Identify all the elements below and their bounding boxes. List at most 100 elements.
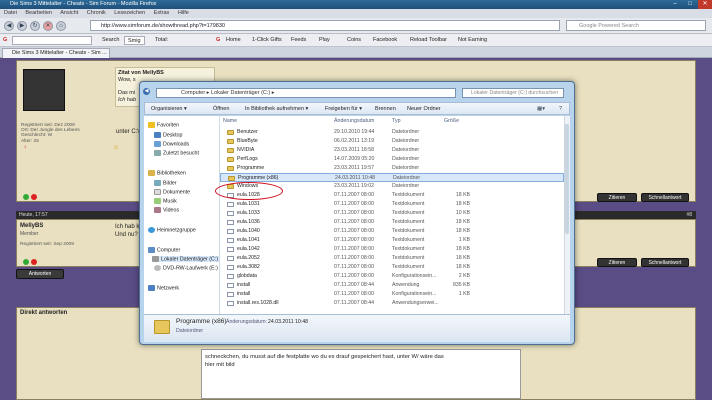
nav-local-disk[interactable]: Lokaler Datenträger (C:) [152,256,219,263]
toolbar-coins[interactable]: Coins [347,34,361,47]
toolbar-facebook[interactable]: Facebook [373,34,397,47]
nav-dvd[interactable]: DVD-RW-Laufwerk (E:) [154,265,218,271]
back-icon[interactable]: ◀ [4,21,14,31]
file-row[interactable]: Benutzer 29.10.2010 19:44 Dateiordner [220,128,564,137]
file-type: Dateiordner [392,129,420,135]
nav-downloads[interactable]: Downloads [154,141,189,147]
toolbar-reload[interactable]: Reload Toolbar [410,34,447,47]
forward-icon[interactable]: ▶ [17,21,27,31]
toolbar-feeds[interactable]: Feeds [291,34,306,47]
post-number[interactable]: #8 [686,211,692,219]
stop-icon[interactable]: ✕ [43,21,53,31]
column-size[interactable]: Größe [444,118,459,124]
nav-documents[interactable]: Dokumente [154,189,190,195]
document-icon [227,210,234,216]
nav-recent[interactable]: Zuletzt besucht [154,150,199,156]
quick-reply-button[interactable]: Schnellantwort [641,193,689,202]
menu-tools[interactable]: Extras [154,10,170,16]
maximize-icon[interactable]: □ [683,0,697,9]
browser-search-input[interactable]: Google Powered Search [566,20,706,31]
star-icon [148,122,155,128]
quote-button[interactable]: Zitieren [597,258,637,267]
toolbar-gifts[interactable]: 1-Click Gifts [252,34,282,47]
file-row[interactable]: Programme 23.03.2011 19:57 Dateiordner [220,164,564,173]
file-type: Konfigurationsein... [392,273,437,279]
toolbar-search-button[interactable]: Search [102,34,119,47]
help-icon[interactable]: ? [559,103,562,115]
g-logo-icon[interactable]: G [3,34,7,47]
file-row[interactable]: eula.1031 07.11.2007 08:00 Textdokument 18 … [220,200,564,209]
file-name: eula.1036 [237,219,260,225]
smiley-button[interactable]: Smig [124,36,145,45]
file-row[interactable]: eula.1042 07.11.2007 08:00 Textdokument 18 … [220,245,564,254]
column-date[interactable]: Änderungsdatum [334,118,374,124]
nav-pictures[interactable]: Bilder [154,180,177,186]
menu-view[interactable]: Ansicht [60,10,78,16]
toolbar-home[interactable]: Home [226,34,241,47]
menu-file[interactable]: Datei [4,10,17,16]
file-row[interactable]: install.res.1028.dll 07.11.2007 08:44 Anwe… [220,299,564,308]
quote-button[interactable]: Zitieren [597,193,637,202]
file-row[interactable]: eula.3082 07.11.2007 08:00 Textdokument 18 … [220,263,564,272]
reload-icon[interactable]: ↻ [30,21,40,31]
menu-edit[interactable]: Bearbeiten [25,10,52,16]
file-row[interactable]: install 07.11.2007 08:00 Konfigurationsein… [220,290,564,299]
minimize-icon[interactable]: – [668,0,682,9]
file-row[interactable]: eula.2052 07.11.2007 08:00 Textdokument 18 … [220,254,564,263]
explorer-search-input[interactable]: Lokaler Datenträger (C:) durchsuchen [462,88,564,98]
report-icon[interactable] [31,259,37,265]
file-row[interactable]: Programme (x86) 24.03.2011 10:48 Dateiordn… [220,173,564,182]
file-row[interactable]: BlueByte 06.02.2011 13:19 Dateiordner [220,137,564,146]
share-with-button[interactable]: Freigeben für ▾ [325,103,362,115]
file-row[interactable]: eula.1041 07.11.2007 08:00 Textdokument 1 K… [220,236,564,245]
menu-bookmarks[interactable]: Lesezeichen [114,10,145,16]
file-type: Anwendung [392,282,420,288]
breadcrumb[interactable]: Computer ▸ Lokaler Datenträger (C:) ▸ [181,90,275,96]
scrollbar-thumb[interactable] [565,124,569,234]
organize-button[interactable]: Organisieren ▾ [151,103,187,115]
file-row[interactable]: eula.1033 07.11.2007 08:00 Textdokument 10 … [220,209,564,218]
file-row[interactable]: globdata 07.11.2007 08:00 Konfigurationsei… [220,272,564,281]
explorer-address-bar[interactable]: Computer ▸ Lokaler Datenträger (C:) ▸ [156,88,456,98]
home-icon[interactable]: ⌂ [56,21,66,31]
nav-network[interactable]: Netzwerk [148,285,179,291]
add-to-library-button[interactable]: In Bibliothek aufnehmen ▾ [245,103,308,115]
nav-videos[interactable]: Videos [154,207,179,213]
file-row[interactable]: eula.1036 07.11.2007 08:00 Textdokument 18 … [220,218,564,227]
file-date: 23.03.2011 19:02 [334,183,374,189]
file-row[interactable]: install 07.11.2007 08:44 Anwendung 835 KB [220,281,564,290]
new-folder-button[interactable]: Neuer Ordner [407,103,441,115]
column-name[interactable]: Name [223,118,237,124]
tab-simforum[interactable]: Die Sims 3 Mittelalter - Cheats - Sim ..… [2,48,110,58]
post-username[interactable]: MellyBS [20,223,43,229]
details-pane: Programme (x86) Änderungsdatum: 24.03.20… [144,314,570,342]
view-options-icon[interactable]: ▦▾ [537,103,545,115]
nav-computer[interactable]: Computer [148,247,180,253]
menu-history[interactable]: Chronik [87,10,106,16]
report-icon[interactable] [31,194,37,200]
file-type: Textdokument [392,192,425,198]
toolbar-play[interactable]: Play [319,34,330,47]
open-button[interactable]: Öffnen [213,103,229,115]
reply-button[interactable]: Antworten [16,269,64,279]
toolbar-search-input[interactable] [12,36,92,45]
nav-homegroup[interactable]: Heimnetzgruppe [148,227,196,233]
menu-help[interactable]: Hilfe [178,10,189,16]
file-row[interactable]: NVIDIA 23.03.2011 18:58 Dateiordner [220,146,564,155]
close-icon[interactable]: ✕ [698,0,712,9]
column-type[interactable]: Typ [392,118,401,124]
quick-reply-button[interactable]: Schnellantwort [641,258,689,267]
nav-favorites[interactable]: Favoriten [148,122,179,128]
file-row[interactable]: eula.1040 07.11.2007 08:00 Textdokument 18 … [220,227,564,236]
nav-desktop[interactable]: Desktop [154,132,182,138]
downloads-icon [154,141,161,147]
explorer-back-icon[interactable]: ◀ [143,88,150,95]
burn-button[interactable]: Brennen [375,103,396,115]
file-name: PerfLogs [237,156,258,162]
file-date: 06.02.2011 13:19 [334,138,374,144]
nav-music[interactable]: Musik [154,198,177,204]
file-row[interactable]: PerfLogs 14.07.2009 05:20 Dateiordner [220,155,564,164]
url-bar[interactable]: http://www.simforum.de/showthread.php?t=… [90,20,560,31]
nav-libraries[interactable]: Bibliotheken [148,170,186,176]
reply-textarea[interactable]: schneckchen, du musst auf die festplatte… [201,349,521,399]
